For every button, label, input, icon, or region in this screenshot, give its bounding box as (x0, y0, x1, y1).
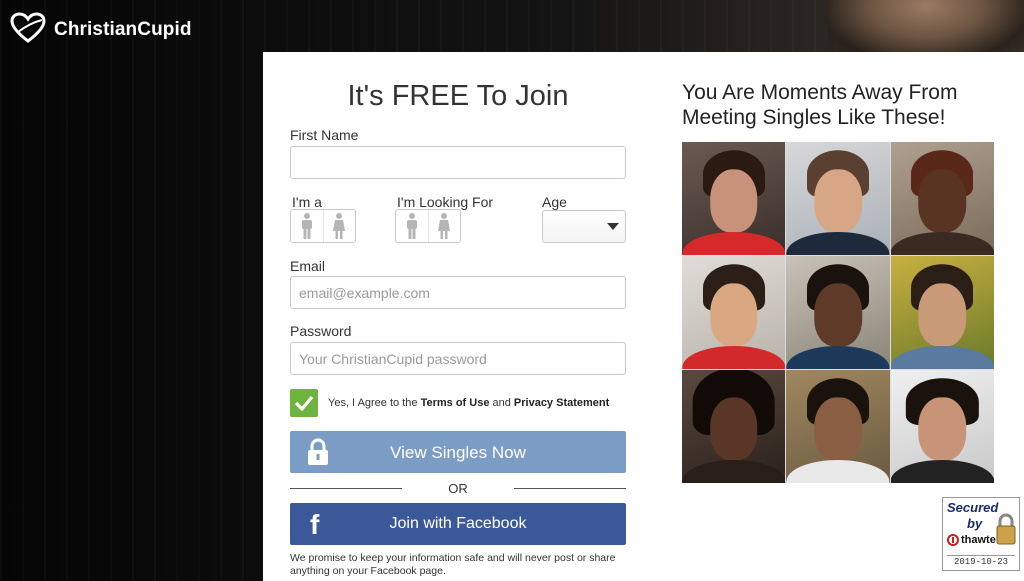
brand-name: ChristianCupid (54, 19, 192, 40)
single-photo (786, 142, 890, 255)
male-icon (301, 213, 312, 239)
padlock-icon (995, 512, 1017, 551)
single-photo (890, 256, 994, 369)
age-select[interactable] (542, 210, 626, 243)
im-a-female-button[interactable] (322, 210, 356, 242)
agree-checkbox[interactable] (290, 389, 318, 417)
age-label: Age (542, 194, 567, 210)
background-photo (828, 0, 1024, 60)
im-a-label: I'm a (292, 194, 322, 210)
badge-line-by: by (967, 516, 983, 531)
female-icon (333, 213, 346, 239)
badge-line-secured: Secured (947, 500, 999, 515)
looking-for-male-button[interactable] (396, 210, 428, 242)
looking-for-label: I'm Looking For (397, 194, 494, 210)
single-photo (682, 370, 786, 483)
brand-logo[interactable]: ChristianCupid (10, 11, 192, 49)
single-photo (786, 370, 890, 483)
heart-logo-icon (10, 11, 46, 49)
agree-prefix: Yes, I Agree to the (328, 397, 421, 409)
male-icon (406, 213, 417, 239)
divider-left (290, 488, 402, 489)
single-photo (682, 256, 786, 369)
thawte-security-badge[interactable]: Secured by thawte 2019-10-23 (942, 497, 1020, 571)
im-a-gender-selector (290, 209, 356, 243)
im-a-male-button[interactable] (291, 210, 323, 242)
badge-brand-name: thawte (961, 534, 996, 546)
dropdown-arrow-icon (607, 223, 619, 230)
badge-brand: thawte (947, 534, 996, 546)
password-label: Password (290, 323, 352, 339)
female-icon (438, 213, 451, 239)
form-title: It's FREE To Join (347, 80, 569, 112)
checkmark-icon (294, 395, 314, 411)
single-photo (682, 142, 786, 255)
or-separator: OR (448, 481, 468, 496)
gallery-heading: You Are Moments Away From Meeting Single… (682, 81, 958, 129)
privacy-statement-link[interactable]: Privacy Statement (514, 397, 609, 409)
agree-and: and (489, 397, 514, 409)
thawte-logo-icon (947, 534, 959, 546)
view-singles-label: View Singles Now (390, 443, 526, 462)
single-photo (890, 370, 994, 483)
singles-photo-grid (682, 142, 994, 483)
join-facebook-label: Join with Facebook (389, 515, 527, 532)
view-singles-button[interactable]: View Singles Now (290, 431, 626, 473)
agree-text: Yes, I Agree to the Terms of Use and Pri… (328, 397, 609, 409)
badge-date: 2019-10-23 (947, 555, 1015, 567)
first-name-input[interactable] (290, 146, 626, 179)
single-photo (786, 256, 890, 369)
looking-for-gender-selector (395, 209, 461, 243)
terms-of-use-link[interactable]: Terms of Use (421, 397, 490, 409)
single-photo (890, 142, 994, 255)
email-input[interactable] (290, 276, 626, 309)
facebook-privacy-note: We promise to keep your information safe… (290, 552, 616, 577)
divider-right (514, 488, 626, 489)
password-input[interactable] (290, 342, 626, 375)
email-label: Email (290, 258, 326, 274)
looking-for-female-button[interactable] (427, 210, 461, 242)
join-facebook-button[interactable]: f Join with Facebook (290, 503, 626, 545)
first-name-label: First Name (290, 127, 359, 143)
